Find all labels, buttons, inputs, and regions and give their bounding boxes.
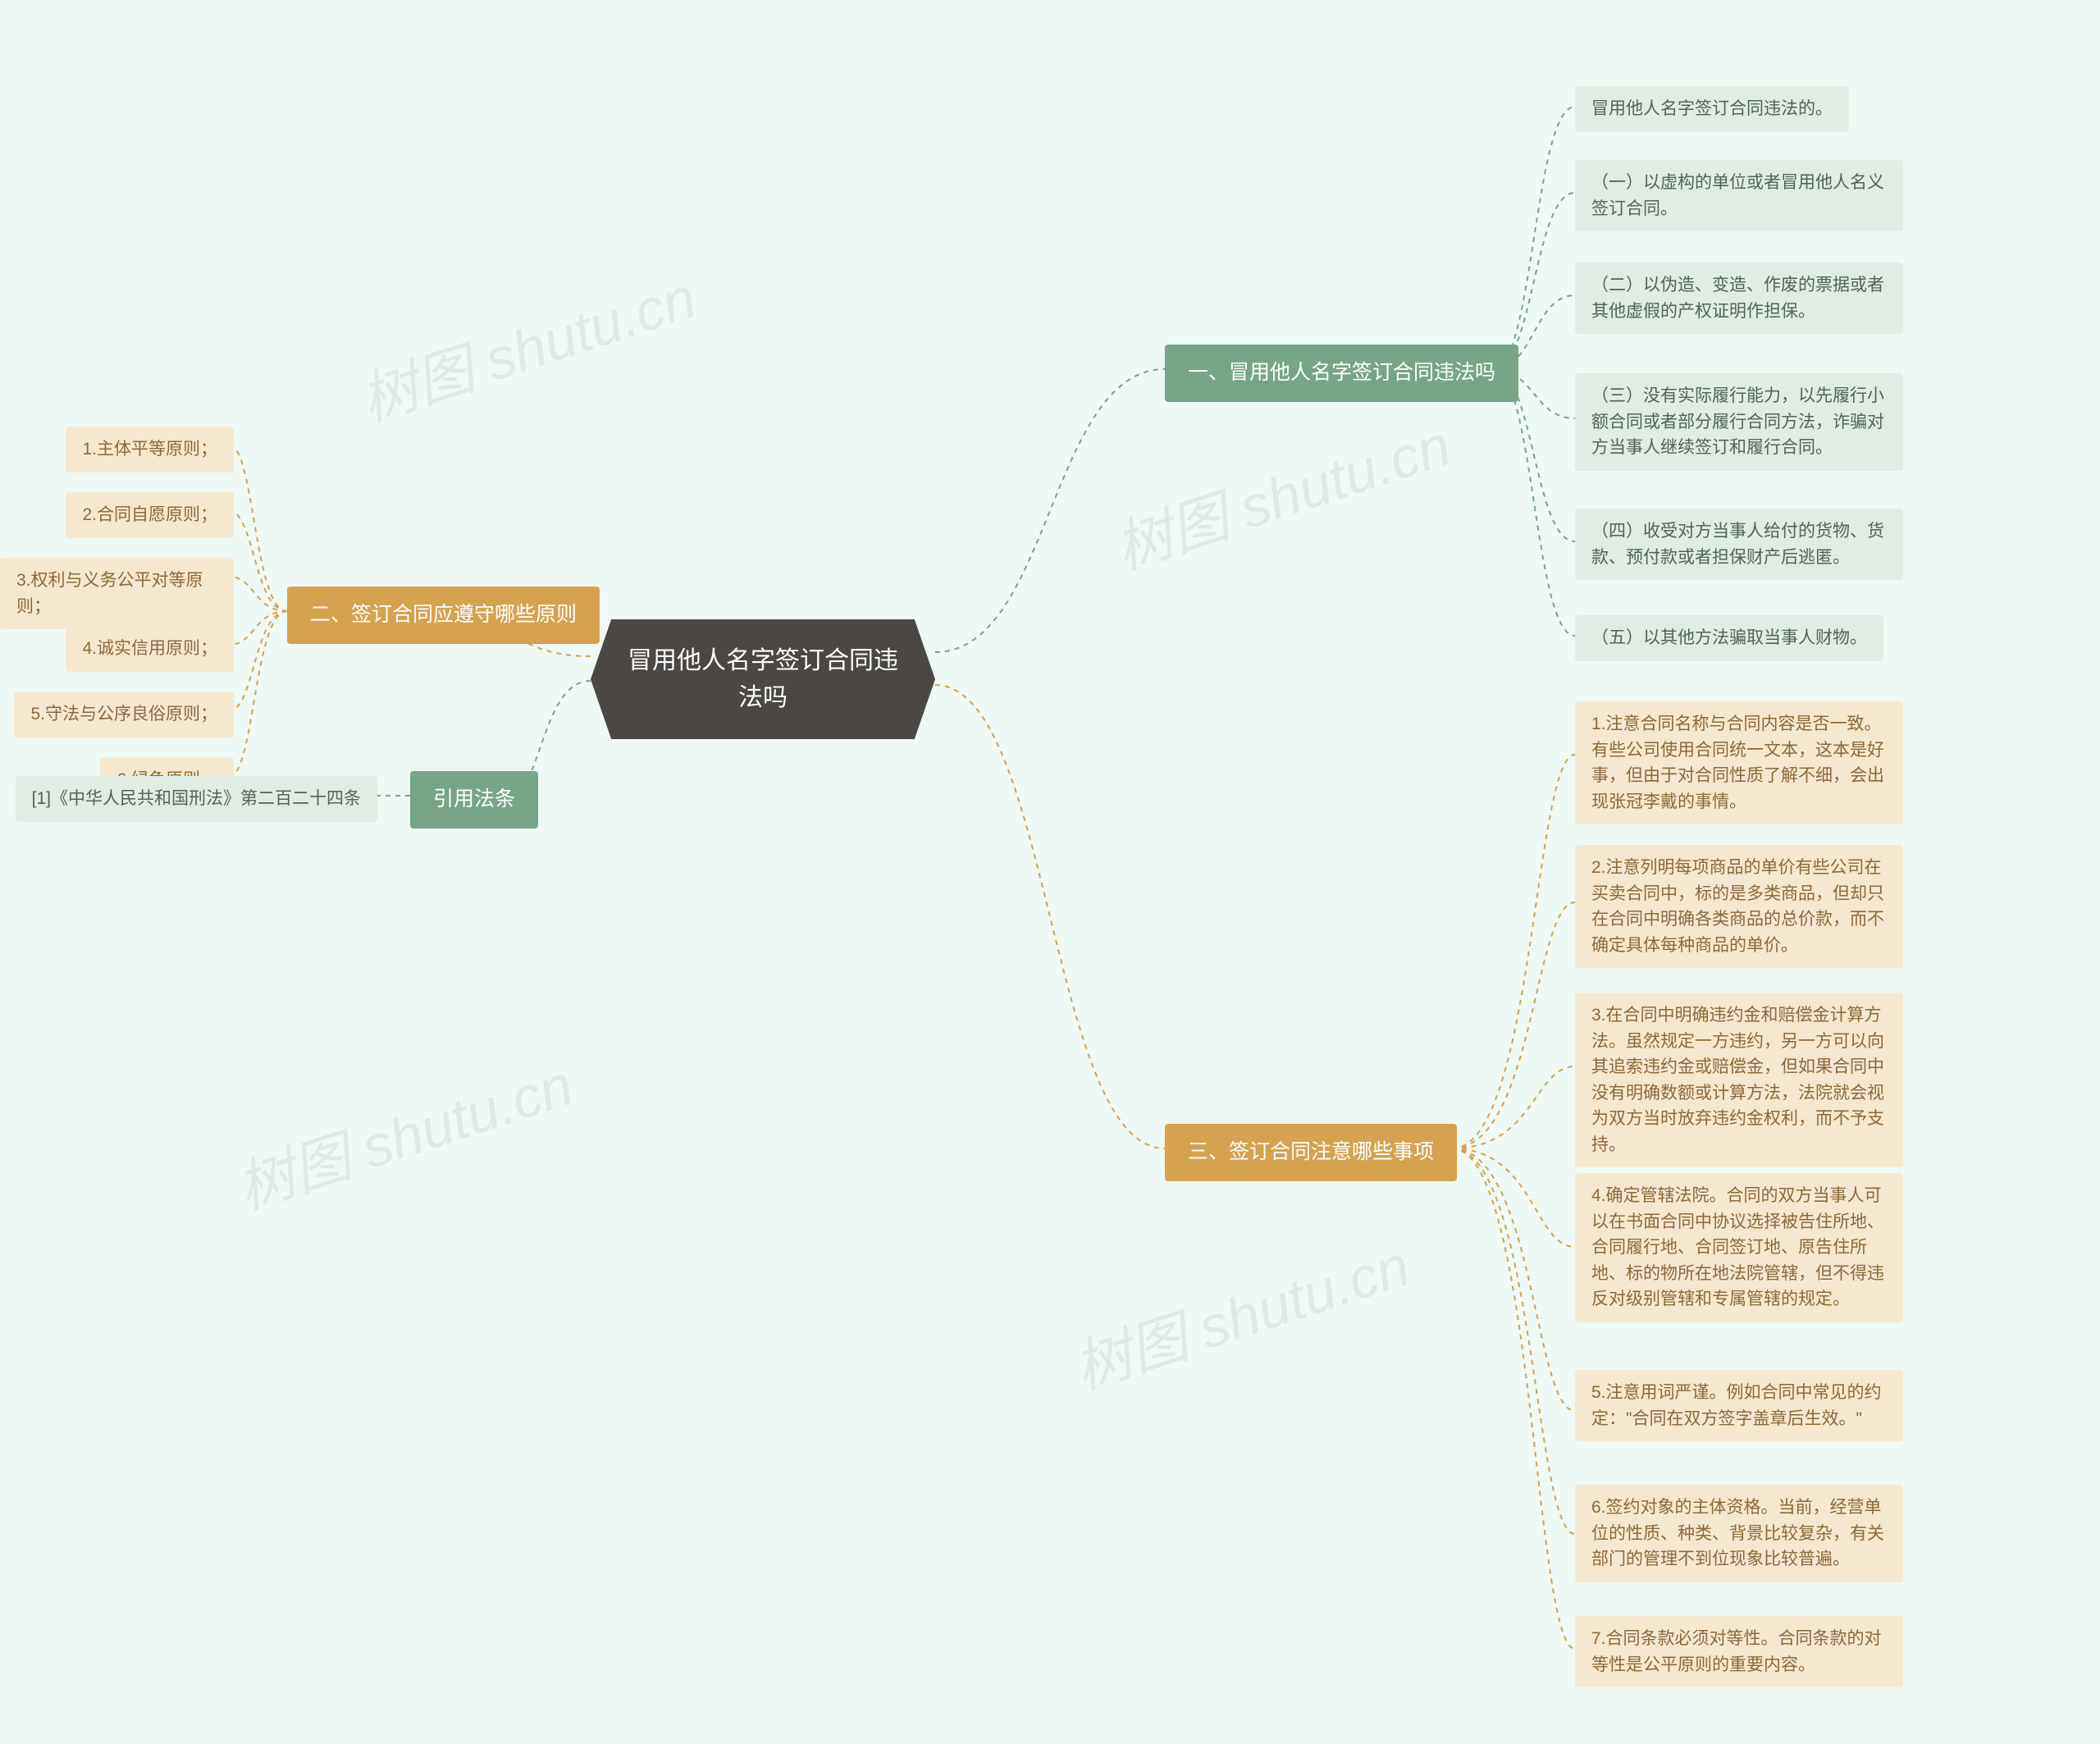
watermark-3: 树图 shutu.cn (226, 1039, 582, 1226)
branch-2-leaf-4[interactable]: 5.守法与公序良俗原则； (14, 692, 234, 737)
branch-2-leaf-0[interactable]: 1.主体平等原则； (66, 427, 234, 473)
branch-1-leaf-5[interactable]: （五）以其他方法骗取当事人财物。 (1575, 615, 1883, 661)
branch-1-leaf-0[interactable]: 冒用他人名字签订合同违法的。 (1575, 86, 1849, 132)
branch-1-leaf-3[interactable]: （三）没有实际履行能力，以先履行小额合同或者部分履行合同方法，诈骗对方当事人继续… (1575, 373, 1903, 471)
branch-1-title: 一、冒用他人名字签订合同违法吗 (1188, 361, 1495, 384)
root-node[interactable]: 冒用他人名字签订合同违法吗 (591, 619, 935, 739)
branch-3-title: 三、签订合同注意哪些事项 (1188, 1140, 1434, 1163)
branch-3-leaf-3[interactable]: 4.确定管辖法院。合同的双方当事人可以在书面合同中协议选择被告住所地、合同履行地… (1575, 1173, 1903, 1322)
branch-3-leaf-4[interactable]: 5.注意用词严谨。例如合同中常见的约定："合同在双方签字盖章后生效。" (1575, 1370, 1903, 1441)
watermark-1: 树图 shutu.cn (349, 252, 705, 438)
branch-2-leaf-2[interactable]: 3.权利与义务公平对等原则； (0, 558, 234, 629)
branch-3[interactable]: 三、签订合同注意哪些事项 (1165, 1124, 1457, 1181)
branch-3-leaf-2[interactable]: 3.在合同中明确违约金和赔偿金计算方法。虽然规定一方违约，另一方可以向其追索违约… (1575, 993, 1903, 1167)
branch-4-leaf-0[interactable]: [1]《中华人民共和国刑法》第二百二十四条 (16, 776, 377, 822)
branch-2-title: 二、签订合同应遵守哪些原则 (310, 603, 577, 626)
branch-1-leaf-1[interactable]: （一）以虚构的单位或者冒用他人名义签订合同。 (1575, 160, 1903, 231)
watermark-4: 树图 shutu.cn (1062, 1220, 1419, 1406)
branch-1-leaf-4[interactable]: （四）收受对方当事人给付的货物、货款、预付款或者担保财产后逃匿。 (1575, 509, 1903, 580)
root-title: 冒用他人名字签订合同违法吗 (628, 647, 898, 711)
branch-1[interactable]: 一、冒用他人名字签订合同违法吗 (1165, 345, 1518, 402)
branch-4-title: 引用法条 (433, 788, 515, 810)
branch-3-leaf-6[interactable]: 7.合同条款必须对等性。合同条款的对等性是公平原则的重要内容。 (1575, 1616, 1903, 1687)
branch-3-leaf-0[interactable]: 1.注意合同名称与合同内容是否一致。有些公司使用合同统一文本，这本是好事，但由于… (1575, 701, 1903, 824)
branch-3-leaf-5[interactable]: 6.签约对象的主体资格。当前，经营单位的性质、种类、背景比较复杂，有关部门的管理… (1575, 1485, 1903, 1582)
branch-1-leaf-2[interactable]: （二）以伪造、变造、作废的票据或者其他虚假的产权证明作担保。 (1575, 263, 1903, 334)
branch-2-leaf-3[interactable]: 4.诚实信用原则； (66, 626, 234, 672)
branch-2[interactable]: 二、签订合同应遵守哪些原则 (287, 587, 600, 644)
watermark-2: 树图 shutu.cn (1103, 399, 1460, 586)
branch-2-leaf-1[interactable]: 2.合同自愿原则； (66, 492, 234, 538)
branch-4[interactable]: 引用法条 (410, 771, 538, 829)
branch-3-leaf-1[interactable]: 2.注意列明每项商品的单价有些公司在买卖合同中，标的是多类商品，但却只在合同中明… (1575, 845, 1903, 968)
